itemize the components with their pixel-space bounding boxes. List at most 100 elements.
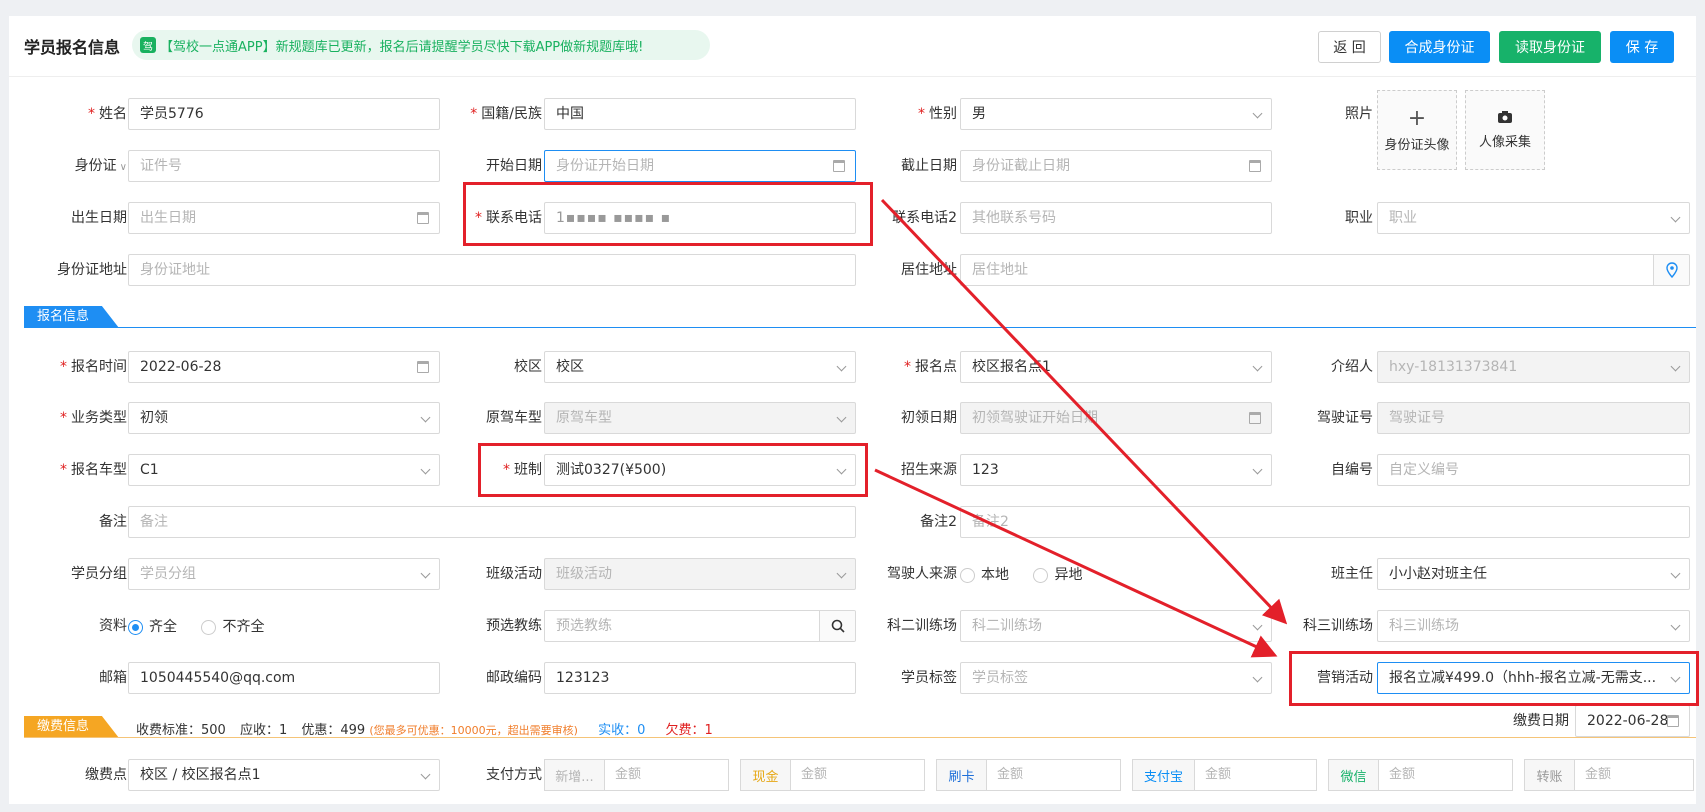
search-icon	[831, 619, 845, 633]
field2-label: 科二训练场	[887, 618, 957, 634]
docs-radio-group: 齐全 不齐全	[128, 617, 284, 637]
source-label: 招生来源	[901, 462, 957, 478]
origin-other-text: 异地	[1054, 567, 1083, 583]
chevron-down-icon: ∨	[119, 162, 127, 173]
fee-receivable: 应收：1	[239, 723, 288, 738]
id-photo-upload[interactable]: + 身份证头像	[1377, 90, 1457, 170]
group-label: 学员分组	[71, 566, 127, 582]
fee-standard: 收费标准：500	[136, 723, 226, 738]
campus-select[interactable]: 校区	[544, 351, 856, 383]
teacher-select[interactable]: 小小赵对班主任	[1377, 558, 1690, 590]
docs-complete-radio[interactable]	[128, 619, 143, 635]
fee-paid: 实收：0	[598, 723, 646, 738]
birth-label: 出生日期	[71, 210, 127, 226]
coach-input[interactable]: 预选教练	[544, 610, 856, 642]
phone-highlight-box	[463, 182, 873, 246]
docs-label: 资料	[99, 618, 127, 634]
field3-select[interactable]: 科三训练场	[1377, 610, 1690, 642]
remark2-input[interactable]: 备注2	[960, 506, 1690, 538]
nationality-label: * 国籍/民族	[470, 106, 542, 122]
id-end-date-input[interactable]: 身份证截止日期	[960, 150, 1272, 182]
signup-time-label: * 报名时间	[60, 359, 127, 375]
save-button[interactable]: 保 存	[1610, 31, 1674, 63]
pay-method-new[interactable]: 新增... 金额	[544, 759, 729, 791]
back-button[interactable]: 返 回	[1318, 31, 1381, 63]
car-type-select[interactable]: C1	[128, 454, 440, 486]
chevron-down-icon	[1670, 568, 1681, 579]
nationality-input[interactable]: 中国	[544, 98, 856, 130]
self-no-label: 自编号	[1331, 462, 1373, 478]
origin-other-radio[interactable]	[1033, 567, 1049, 583]
docs-complete-text: 齐全	[149, 619, 177, 635]
pay-amount-input[interactable]: 金额	[1575, 760, 1693, 790]
class-highlight-box	[478, 443, 868, 497]
chevron-down-icon	[836, 361, 847, 372]
coach-search-button[interactable]	[819, 611, 855, 641]
id-number-input[interactable]: 证件号	[128, 150, 440, 182]
id-address-input[interactable]: 身份证地址	[128, 254, 856, 286]
signup-time-input[interactable]: 2022-06-28	[128, 351, 440, 383]
remark-label: 备注	[99, 514, 127, 530]
pay-method-cash[interactable]: 现金 金额	[740, 759, 925, 791]
pay-date-input[interactable]: 2022-06-28	[1575, 705, 1690, 737]
self-no-input[interactable]: 自定义编号	[1377, 454, 1690, 486]
pay-method-alipay[interactable]: 支付宝 金额	[1132, 759, 1317, 791]
pay-method-wechat[interactable]: 微信 金额	[1328, 759, 1513, 791]
job-select[interactable]: 职业	[1377, 202, 1690, 234]
pay-method-card[interactable]: 刷卡 金额	[936, 759, 1121, 791]
header-divider	[9, 76, 1696, 77]
id-start-date-input[interactable]: 身份证开始日期	[544, 150, 856, 182]
remark-input[interactable]: 备注	[128, 506, 856, 538]
pay-amount-input[interactable]: 金额	[605, 760, 728, 790]
pay-method-card-label: 刷卡	[937, 760, 987, 790]
signup-point-select[interactable]: 校区报名点1	[960, 351, 1272, 383]
pay-amount-input[interactable]: 金额	[791, 760, 924, 790]
email-input[interactable]: 1050445540@qq.com	[128, 662, 440, 694]
tag-select[interactable]: 学员标签	[960, 662, 1272, 694]
chevron-down-icon	[1252, 464, 1263, 475]
idtype-select[interactable]: 身份证 ∨	[29, 150, 127, 182]
payment-section-tag: 缴费信息	[24, 716, 119, 738]
chevron-down-icon	[1670, 361, 1681, 372]
referrer-select: hxy-18131373841	[1377, 351, 1690, 383]
group-select[interactable]: 学员分组	[128, 558, 440, 590]
fee-owed: 欠费：1	[665, 723, 713, 738]
pay-amount-input[interactable]: 金额	[1195, 760, 1316, 790]
discount-note: (您最多可优惠：10000元，超出需要审核)	[369, 724, 578, 737]
pay-point-select[interactable]: 校区 / 校区报名点1	[128, 759, 440, 791]
pay-method-transfer[interactable]: 转账 金额	[1524, 759, 1694, 791]
gender-select[interactable]: 男	[960, 98, 1272, 130]
live-address-input[interactable]: 居住地址	[960, 254, 1690, 286]
page-title: 学员报名信息	[24, 38, 121, 57]
first-date-input: 初领驾驶证开始日期	[960, 402, 1272, 434]
calendar-icon	[1249, 160, 1261, 172]
activity-label: 班级活动	[486, 566, 542, 582]
chevron-down-icon	[836, 412, 847, 423]
portrait-capture-label: 人像采集	[1478, 134, 1531, 150]
activity-select: 班级活动	[544, 558, 856, 590]
id-photo-label: 身份证头像	[1384, 137, 1450, 153]
field2-select[interactable]: 科二训练场	[960, 610, 1272, 642]
origin-local-radio[interactable]	[960, 567, 975, 583]
coach-label: 预选教练	[486, 618, 542, 634]
calendar-icon	[1249, 412, 1261, 424]
pay-amount-input[interactable]: 金额	[987, 760, 1120, 790]
pay-method-alipay-label: 支付宝	[1133, 760, 1195, 790]
read-id-button[interactable]: 读取身份证	[1499, 31, 1601, 63]
portrait-capture[interactable]: 人像采集	[1465, 90, 1545, 170]
source-select[interactable]: 123	[960, 454, 1272, 486]
license-input: 驾驶证号	[1377, 402, 1690, 434]
location-button[interactable]	[1653, 255, 1689, 285]
biz-type-select[interactable]: 初领	[128, 402, 440, 434]
birth-date-input[interactable]: 出生日期	[128, 202, 440, 234]
phone2-input[interactable]: 其他联系号码	[960, 202, 1272, 234]
zip-input[interactable]: 123123	[544, 662, 856, 694]
first-date-label: 初领日期	[901, 410, 957, 426]
pay-amount-input[interactable]: 金额	[1379, 760, 1512, 790]
name-label: * 姓名	[88, 106, 127, 122]
synth-id-button[interactable]: 合成身份证	[1389, 31, 1490, 63]
calendar-icon	[1667, 715, 1679, 727]
chevron-down-icon	[1252, 620, 1263, 631]
name-input[interactable]: 学员5776	[128, 98, 440, 130]
docs-incomplete-radio[interactable]	[201, 619, 217, 635]
